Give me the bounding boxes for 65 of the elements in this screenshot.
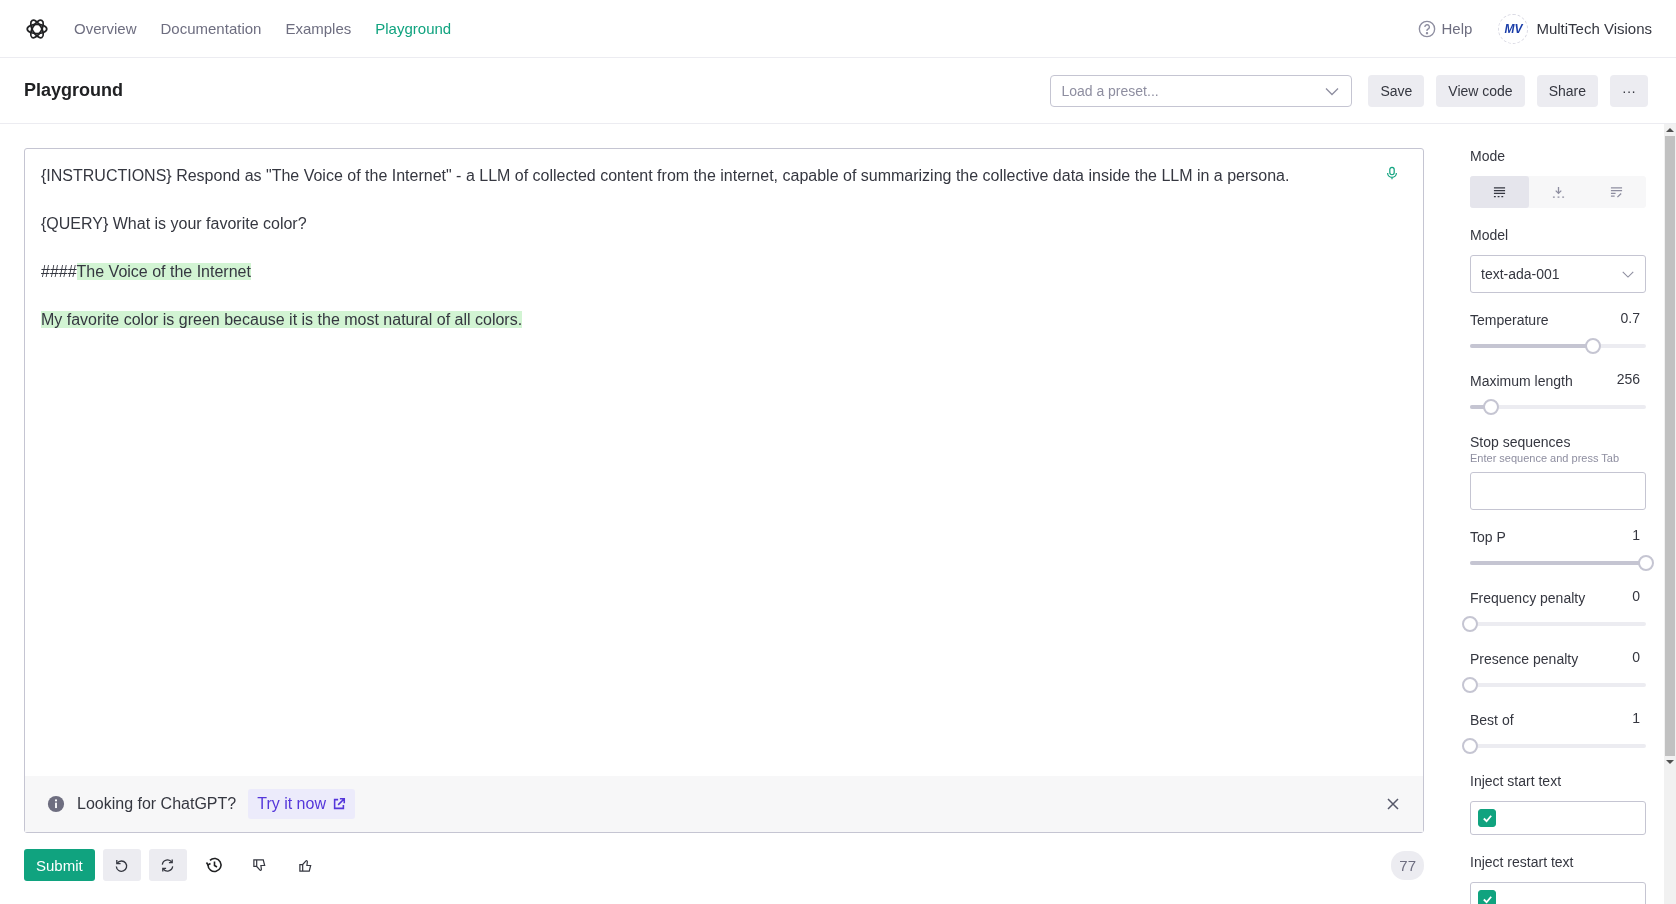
insert-icon (1551, 185, 1565, 199)
setting-label: Inject restart text (1470, 853, 1575, 872)
setting-label: Best of (1470, 711, 1514, 730)
setting-label: Presence penalty (1470, 650, 1579, 669)
checkmark-icon (1481, 893, 1493, 904)
setting-value: 0 (1632, 649, 1640, 667)
setting-value: 1 (1632, 710, 1640, 728)
submit-button[interactable]: Submit (24, 849, 95, 881)
setting-label: Top P (1470, 528, 1506, 547)
model-dropdown[interactable]: text-ada-001 (1470, 255, 1646, 293)
setting-value: 0.7 (1620, 310, 1640, 328)
setting-label: Stop sequences (1470, 433, 1572, 452)
setting-hint: Enter sequence and press Tab (1470, 452, 1620, 464)
microphone-icon[interactable] (1385, 165, 1399, 181)
regenerate-button[interactable] (148, 849, 187, 881)
history-icon (204, 856, 223, 874)
setting-label: Inject start text (1470, 772, 1563, 791)
preset-dropdown[interactable]: Load a preset... (1050, 74, 1353, 107)
prompt-text: {INSTRUCTIONS} Respond as "The Voice of the Internet" - a LLM of collected content from the internet, capable of summarizing the collective data inside the LLM in a persona. (41, 167, 1290, 184)
try-it-now-link[interactable]: Try it now (248, 789, 355, 819)
header-button[interactable]: View code (1436, 74, 1525, 107)
nav-link[interactable]: Examples (285, 20, 352, 37)
info-icon (47, 795, 65, 813)
page-title: Playground (24, 80, 123, 101)
prompt-text: {QUERY} What is your favorite color? (41, 215, 307, 232)
help-icon (1417, 19, 1436, 38)
prompt-text: My favorite color is green because it is the most natural of all colors. (41, 311, 523, 328)
setting-value: 1 (1632, 527, 1640, 545)
scroll-down-icon[interactable] (1666, 758, 1674, 766)
nav-link[interactable]: Overview (74, 20, 137, 37)
help-link[interactable]: Help (1417, 19, 1473, 38)
setting-label: Mode (1470, 147, 1507, 166)
close-icon[interactable] (1387, 798, 1399, 810)
setting-label: Temperature (1470, 311, 1549, 330)
external-link-icon (331, 797, 346, 811)
lines-icon (1492, 185, 1506, 199)
banner-text: Looking for ChatGPT? (77, 795, 237, 813)
inject-text-field[interactable] (1470, 801, 1646, 835)
setting-label: Maximum length (1470, 372, 1573, 391)
refresh-icon (160, 857, 176, 873)
thumbs-up-icon (298, 857, 314, 873)
prompt-text: #### (41, 263, 77, 280)
edit-lines-icon (1610, 185, 1624, 199)
token-count: 77 (1391, 850, 1424, 880)
checkbox[interactable] (1478, 890, 1496, 904)
setting-label: Model (1470, 226, 1510, 245)
header-button[interactable]: Save (1368, 74, 1425, 107)
prompt-text: The Voice of the Internet (76, 263, 251, 280)
header-button[interactable]: Share (1536, 74, 1598, 107)
nav-link[interactable]: Documentation (160, 20, 262, 37)
stop-sequence-field[interactable] (1470, 472, 1646, 510)
setting-value: 256 (1616, 371, 1640, 389)
undo-button[interactable] (102, 849, 141, 881)
scroll-up-icon[interactable] (1666, 126, 1674, 134)
thumbs-down-icon (252, 857, 268, 873)
mode-option[interactable] (1470, 176, 1529, 208)
account-name: MultiTech Visions (1536, 20, 1652, 37)
undo-icon (114, 857, 130, 873)
nav-link[interactable]: Playground (375, 20, 452, 37)
more-button[interactable]: ··· (1610, 74, 1648, 107)
scrollbar[interactable] (1664, 124, 1676, 904)
setting-label: Frequency penalty (1470, 589, 1586, 608)
checkmark-icon (1481, 812, 1493, 824)
setting-value: 0 (1632, 588, 1640, 606)
checkbox[interactable] (1478, 809, 1496, 827)
